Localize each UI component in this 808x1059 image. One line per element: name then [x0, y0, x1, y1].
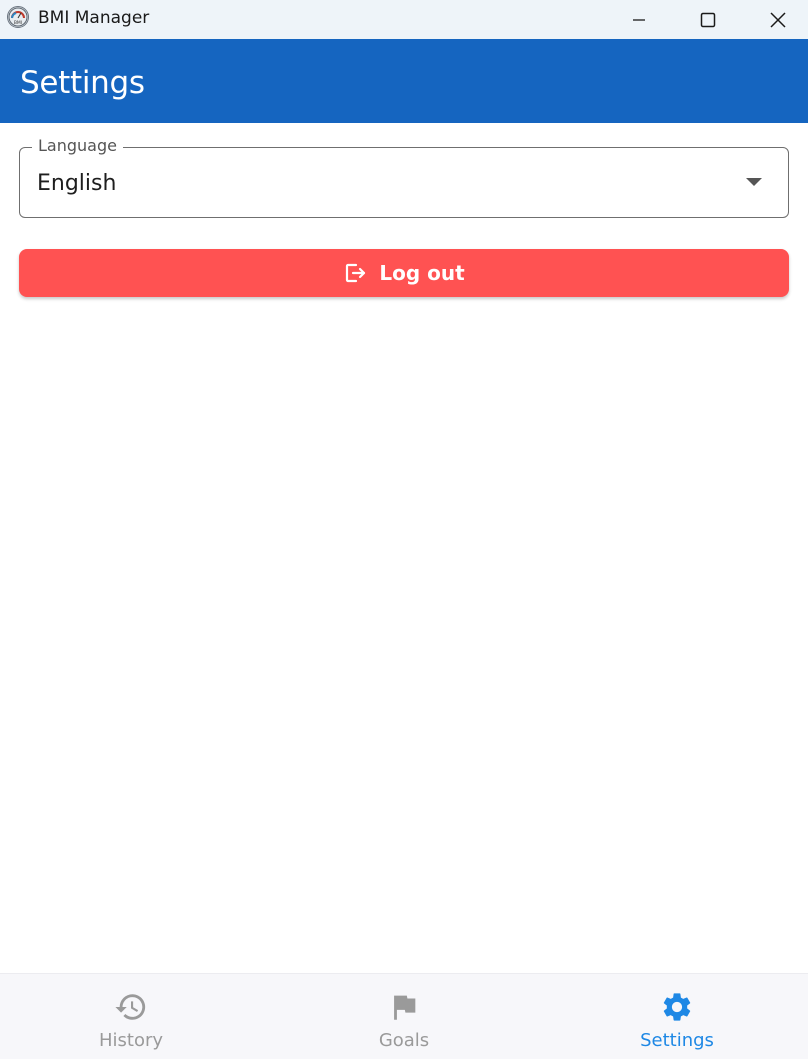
maximize-button[interactable]: [673, 0, 743, 39]
bmi-app-icon: BMI: [7, 6, 29, 28]
language-dropdown[interactable]: Language English: [19, 136, 789, 218]
nav-label-settings: Settings: [640, 1030, 714, 1051]
title-bar: BMI BMI Manager: [0, 0, 808, 39]
logout-icon: [343, 261, 367, 285]
close-button[interactable]: [743, 0, 808, 39]
history-icon: [114, 990, 148, 1024]
flag-icon: [387, 990, 421, 1024]
app-bar: Settings: [0, 39, 808, 123]
app-window: BMI BMI Manager Settings Language Englis…: [0, 0, 808, 1059]
close-icon: [770, 11, 786, 28]
gear-icon: [660, 990, 694, 1024]
page-title: Settings: [20, 65, 145, 101]
language-label: Language: [32, 136, 123, 155]
dropdown-arrow-icon: [746, 178, 762, 186]
window-title: BMI Manager: [38, 8, 150, 28]
nav-label-goals: Goals: [378, 1030, 430, 1051]
nav-label-history: History: [98, 1030, 164, 1051]
logout-button[interactable]: Log out: [19, 249, 789, 297]
minimize-icon: [633, 18, 645, 21]
nav-item-history[interactable]: History: [41, 974, 221, 1059]
language-value: English: [37, 171, 117, 196]
nav-item-settings[interactable]: Settings: [587, 974, 767, 1059]
logout-label: Log out: [379, 261, 465, 285]
maximize-icon: [700, 12, 716, 27]
nav-item-goals[interactable]: Goals: [314, 974, 494, 1059]
app-icon-text: BMI: [14, 20, 22, 26]
bottom-navigation: History Goals Settings: [0, 973, 808, 1059]
minimize-button[interactable]: [604, 0, 674, 39]
